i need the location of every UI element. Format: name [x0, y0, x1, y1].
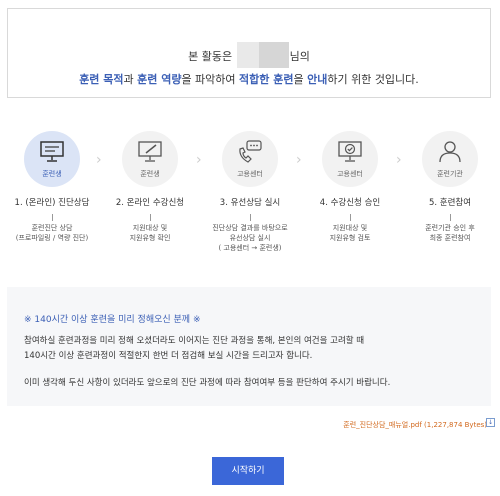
step-2-badge: 훈련생	[140, 170, 160, 178]
step-5: 훈련기관 5. 훈련참여 훈련기관 승인 후 최종 훈련참여	[402, 131, 498, 243]
monitor-pen-icon	[138, 141, 162, 162]
notice-box: ※ 140시간 이상 훈련을 미리 정해오신 분께 ※ 참여하실 훈련과정을 미…	[7, 287, 491, 406]
intro-text: 을 파악하여	[181, 73, 240, 86]
step-5-circle: 훈련기관	[422, 131, 478, 187]
divider	[51, 214, 53, 221]
intro-prefix: 본 활동은	[188, 50, 233, 63]
step-3-circle: 고용센터	[222, 131, 278, 187]
notice-paragraph-2: 140시간 이상 훈련과정이 적절한지 한번 더 점검해 보실 시간을 드리고자…	[24, 351, 313, 361]
masked-name	[236, 42, 289, 68]
intro-line1: 본 활동은 님의	[8, 42, 490, 68]
step-3-title: 3. 유선상담 실시	[219, 198, 281, 208]
intro-text: 을	[293, 73, 308, 86]
step-1-badge: 훈련생	[42, 170, 62, 178]
highlight-suitable: 적합한 훈련	[239, 73, 294, 86]
intro-line2: 훈련 목적과 훈련 역량을 파악하여 적합한 훈련을 안내하기 위한 것입니다.	[8, 71, 490, 87]
highlight-capability: 훈련 역량	[137, 73, 182, 86]
step-4-badge: 고용센터	[337, 170, 363, 178]
monitor-check-icon	[338, 141, 362, 162]
step-4-title: 4. 수강신청 승인	[319, 198, 381, 208]
chevron-right-icon: ›	[296, 152, 302, 168]
divider	[249, 214, 251, 221]
step-5-desc: 훈련기관 승인 후 최종 훈련참여	[425, 224, 475, 242]
manual-download-link[interactable]: 훈련_진단상담_매뉴얼.pdf (1,227,874 Bytes)	[343, 420, 487, 430]
step-2-title: 2. 온라인 수강신청	[115, 198, 185, 208]
intro-text: 하기 위한 것입니다.	[327, 73, 419, 86]
download-icon[interactable]: ↓	[486, 418, 495, 427]
step-5-title: 5. 훈련참여	[428, 198, 472, 208]
step-1-circle: 훈련생	[24, 131, 80, 187]
step-4: 고용센터 4. 수강신청 승인 지원대상 및 지원유형 검토	[302, 131, 398, 243]
divider	[449, 214, 451, 221]
step-4-circle: 고용센터	[322, 131, 378, 187]
highlight-purpose: 훈련 목적	[79, 73, 124, 86]
monitor-icon	[40, 141, 64, 162]
step-1: 훈련생 1. (온라인) 진단상담 훈련진단 상담 (프로파일링 / 역량 진단…	[4, 131, 100, 243]
notice-paragraph-3: 이미 생각해 두신 사항이 있더라도 앞으로의 진단 과정에 따라 참여여부 등…	[24, 378, 391, 388]
step-2-circle: 훈련생	[122, 131, 178, 187]
intro-suffix: 님의	[289, 50, 310, 63]
start-button[interactable]: 시작하기	[212, 457, 284, 485]
highlight-guide: 안내	[307, 73, 328, 86]
step-3: 고용센터 3. 유선상담 실시 진단상담 결과를 바탕으로 유선상담 실시 ( …	[202, 131, 298, 253]
chevron-right-icon: ›	[96, 152, 102, 168]
step-3-badge: 고용센터	[237, 170, 263, 178]
step-1-title: 1. (온라인) 진단상담	[14, 198, 90, 208]
chevron-right-icon: ›	[396, 152, 402, 168]
intro-text: 과	[123, 73, 138, 86]
notice-paragraph-1: 참여하실 훈련과정을 미리 정해 오셨더라도 이어지는 진단 과정을 통해, 본…	[24, 336, 365, 346]
person-icon	[439, 141, 461, 163]
divider	[349, 214, 351, 221]
intro-box: 본 활동은 님의 훈련 목적과 훈련 역량을 파악하여 적합한 훈련을 안내하기…	[7, 8, 491, 98]
step-5-badge: 훈련기관	[437, 170, 463, 178]
step-2: 훈련생 2. 온라인 수강신청 지원대상 및 지원유형 확인	[102, 131, 198, 243]
divider	[149, 214, 151, 221]
phone-chat-icon	[239, 140, 262, 163]
step-1-desc: 훈련진단 상담 (프로파일링 / 역량 진단)	[15, 224, 89, 242]
chevron-right-icon: ›	[196, 152, 202, 168]
step-4-desc: 지원대상 및 지원유형 검토	[329, 224, 371, 242]
step-2-desc: 지원대상 및 지원유형 확인	[129, 224, 171, 242]
notice-title: ※ 140시간 이상 훈련을 미리 정해오신 분께 ※	[24, 315, 201, 325]
step-3-desc: 진단상담 결과를 바탕으로 유선상담 실시 ( 고용센터 → 훈련생)	[212, 224, 288, 252]
